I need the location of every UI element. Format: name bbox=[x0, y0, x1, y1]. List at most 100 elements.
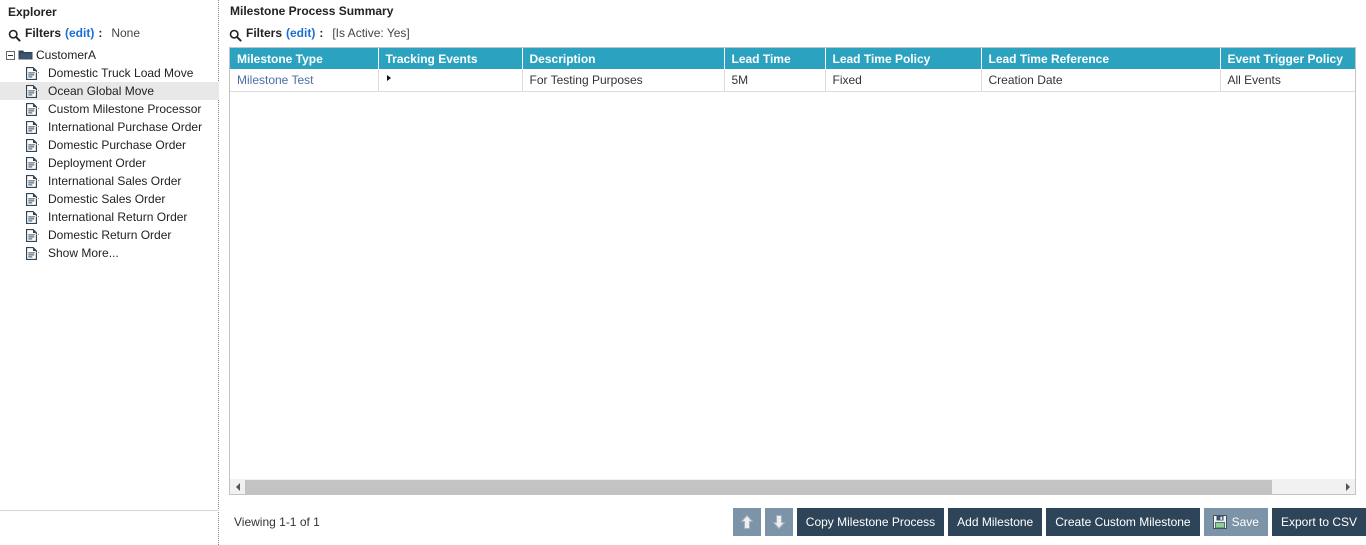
footer-toolbar: Viewing 1-1 of 1 Copy Milestone Process … bbox=[220, 505, 1366, 545]
app-root: Explorer Filters (edit) : None CustomerA… bbox=[0, 0, 1366, 545]
tree-guide-line bbox=[31, 72, 39, 73]
viewing-count-text: Viewing 1-1 of 1 bbox=[234, 515, 320, 529]
floppy-disk-icon bbox=[1212, 515, 1227, 529]
tree-guide-line bbox=[31, 162, 39, 163]
grid-header: Milestone Type Tracking Events Description… bbox=[230, 48, 1355, 69]
main-panel: Milestone Process Summary Filters (edit)… bbox=[220, 0, 1366, 545]
cell-lead-time: 5M bbox=[724, 69, 826, 92]
grid-column-header[interactable]: Milestone Type bbox=[230, 48, 379, 69]
scrollbar-track[interactable] bbox=[245, 479, 1340, 494]
tree-item-label: Ocean Global Move bbox=[48, 84, 155, 98]
save-button-label: Save bbox=[1231, 515, 1259, 529]
tree-guide-line bbox=[31, 252, 39, 253]
document-icon bbox=[25, 138, 38, 152]
milestone-grid: Milestone Type Tracking Events Description… bbox=[230, 48, 1355, 92]
document-icon bbox=[25, 192, 38, 206]
cell-event-trigger-policy: All Events bbox=[1220, 69, 1355, 92]
tree-item-list: Domestic Truck Load Move Ocean Global Mov… bbox=[0, 64, 219, 262]
tree-guide-line bbox=[31, 144, 39, 145]
grid-header-row: Milestone Type Tracking Events Description… bbox=[230, 48, 1355, 69]
add-milestone-button[interactable]: Add Milestone bbox=[948, 508, 1043, 536]
grid-column-header[interactable]: Lead Time Policy bbox=[825, 48, 982, 69]
tree-item[interactable]: Show More... bbox=[0, 244, 219, 262]
sidebar-divider bbox=[0, 510, 219, 511]
document-icon bbox=[25, 84, 38, 98]
tree-item[interactable]: Custom Milestone Processor bbox=[0, 100, 219, 118]
grid-body: Milestone Test For Testing Purposes 5M Fixe… bbox=[230, 69, 1355, 92]
sidebar-filters-edit-link[interactable]: (edit) bbox=[65, 26, 94, 40]
tree-guide-line bbox=[31, 126, 39, 127]
main-filters-row: Filters (edit) : [Is Active: Yes] bbox=[229, 26, 410, 42]
sidebar-filters-value: None bbox=[111, 26, 141, 40]
tree-item[interactable]: International Sales Order bbox=[0, 172, 219, 190]
grid-column-header[interactable]: Lead Time bbox=[724, 48, 826, 69]
main-filters-label: Filters bbox=[246, 26, 283, 40]
footer-button-group: Copy Milestone Process Add Milestone Cre… bbox=[732, 508, 1366, 536]
horizontal-scrollbar[interactable] bbox=[229, 479, 1356, 495]
tree-item-label: Show More... bbox=[48, 246, 119, 260]
folder-open-icon bbox=[18, 49, 33, 61]
minus-box-icon[interactable] bbox=[6, 50, 15, 60]
cell-lead-time-policy: Fixed bbox=[825, 69, 982, 92]
tree-item[interactable]: Domestic Truck Load Move bbox=[0, 64, 219, 82]
document-icon bbox=[25, 228, 38, 242]
tree-root-customera[interactable]: CustomerA bbox=[0, 46, 219, 64]
create-custom-milestone-button[interactable]: Create Custom Milestone bbox=[1046, 508, 1200, 536]
document-icon bbox=[25, 66, 38, 80]
page-title: Milestone Process Summary bbox=[230, 4, 394, 18]
move-down-arrow-icon bbox=[772, 514, 786, 530]
grid-column-header[interactable]: Event Trigger Policy bbox=[1220, 48, 1355, 69]
tree-item-label: Domestic Truck Load Move bbox=[48, 66, 194, 80]
tree-item-label: Domestic Return Order bbox=[48, 228, 172, 242]
tree-item[interactable]: Domestic Sales Order bbox=[0, 190, 219, 208]
search-icon bbox=[8, 29, 21, 42]
tree-item[interactable]: International Purchase Order bbox=[0, 118, 219, 136]
document-icon bbox=[25, 156, 38, 170]
copy-milestone-process-button[interactable]: Copy Milestone Process bbox=[796, 508, 945, 536]
tree-item-label: International Purchase Order bbox=[48, 120, 203, 134]
tree-item[interactable]: International Return Order bbox=[0, 208, 219, 226]
tree-guide-line bbox=[31, 90, 39, 91]
tree-guide-line bbox=[31, 108, 39, 109]
expand-caret-icon[interactable] bbox=[386, 74, 391, 81]
move-up-arrow-icon bbox=[740, 514, 754, 530]
tree-guide-line bbox=[31, 198, 39, 199]
tree-guide-line bbox=[31, 234, 39, 235]
table-row[interactable]: Milestone Test For Testing Purposes 5M Fixe… bbox=[230, 69, 1355, 92]
sidebar-filters-label: Filters bbox=[25, 26, 62, 40]
explorer-tree: CustomerA Domestic Truck Load Move Ocean … bbox=[0, 46, 219, 262]
cell-lead-time-reference: Creation Date bbox=[981, 69, 1221, 92]
sidebar-filters-colon: : bbox=[98, 26, 103, 40]
move-up-button[interactable] bbox=[732, 508, 761, 536]
tree-item[interactable]: Ocean Global Move bbox=[0, 82, 219, 100]
tree-item-label: International Return Order bbox=[48, 210, 188, 224]
scrollbar-thumb[interactable] bbox=[245, 479, 1272, 494]
chevron-right-icon[interactable] bbox=[1340, 479, 1355, 494]
tree-item-label: Domestic Sales Order bbox=[48, 192, 166, 206]
document-icon bbox=[25, 120, 38, 134]
tree-item[interactable]: Domestic Purchase Order bbox=[0, 136, 219, 154]
grid-column-header[interactable]: Tracking Events bbox=[378, 48, 523, 69]
tree-item-label: Deployment Order bbox=[48, 156, 147, 170]
grid-column-header[interactable]: Description bbox=[522, 48, 725, 69]
grid-column-header[interactable]: Lead Time Reference bbox=[981, 48, 1221, 69]
tree-guide-line bbox=[31, 216, 39, 217]
document-icon bbox=[25, 246, 38, 260]
document-icon bbox=[25, 174, 38, 188]
tree-item[interactable]: Deployment Order bbox=[0, 154, 219, 172]
milestone-type-link[interactable]: Milestone Test bbox=[237, 73, 313, 87]
cell-milestone-type: Milestone Test bbox=[230, 69, 379, 92]
cell-description: For Testing Purposes bbox=[522, 69, 725, 92]
save-button[interactable]: Save bbox=[1203, 508, 1268, 536]
tree-guide-line bbox=[31, 180, 39, 181]
sidebar-filters-row: Filters (edit) : None bbox=[8, 26, 141, 42]
sidebar: Explorer Filters (edit) : None CustomerA… bbox=[0, 0, 219, 545]
chevron-left-icon[interactable] bbox=[230, 479, 245, 494]
move-down-button[interactable] bbox=[764, 508, 793, 536]
export-to-csv-button[interactable]: Export to CSV bbox=[1271, 508, 1366, 536]
document-icon bbox=[25, 102, 38, 116]
main-filters-colon: : bbox=[319, 26, 324, 40]
tree-item-label: Domestic Purchase Order bbox=[48, 138, 187, 152]
main-filters-edit-link[interactable]: (edit) bbox=[286, 26, 315, 40]
tree-item[interactable]: Domestic Return Order bbox=[0, 226, 219, 244]
